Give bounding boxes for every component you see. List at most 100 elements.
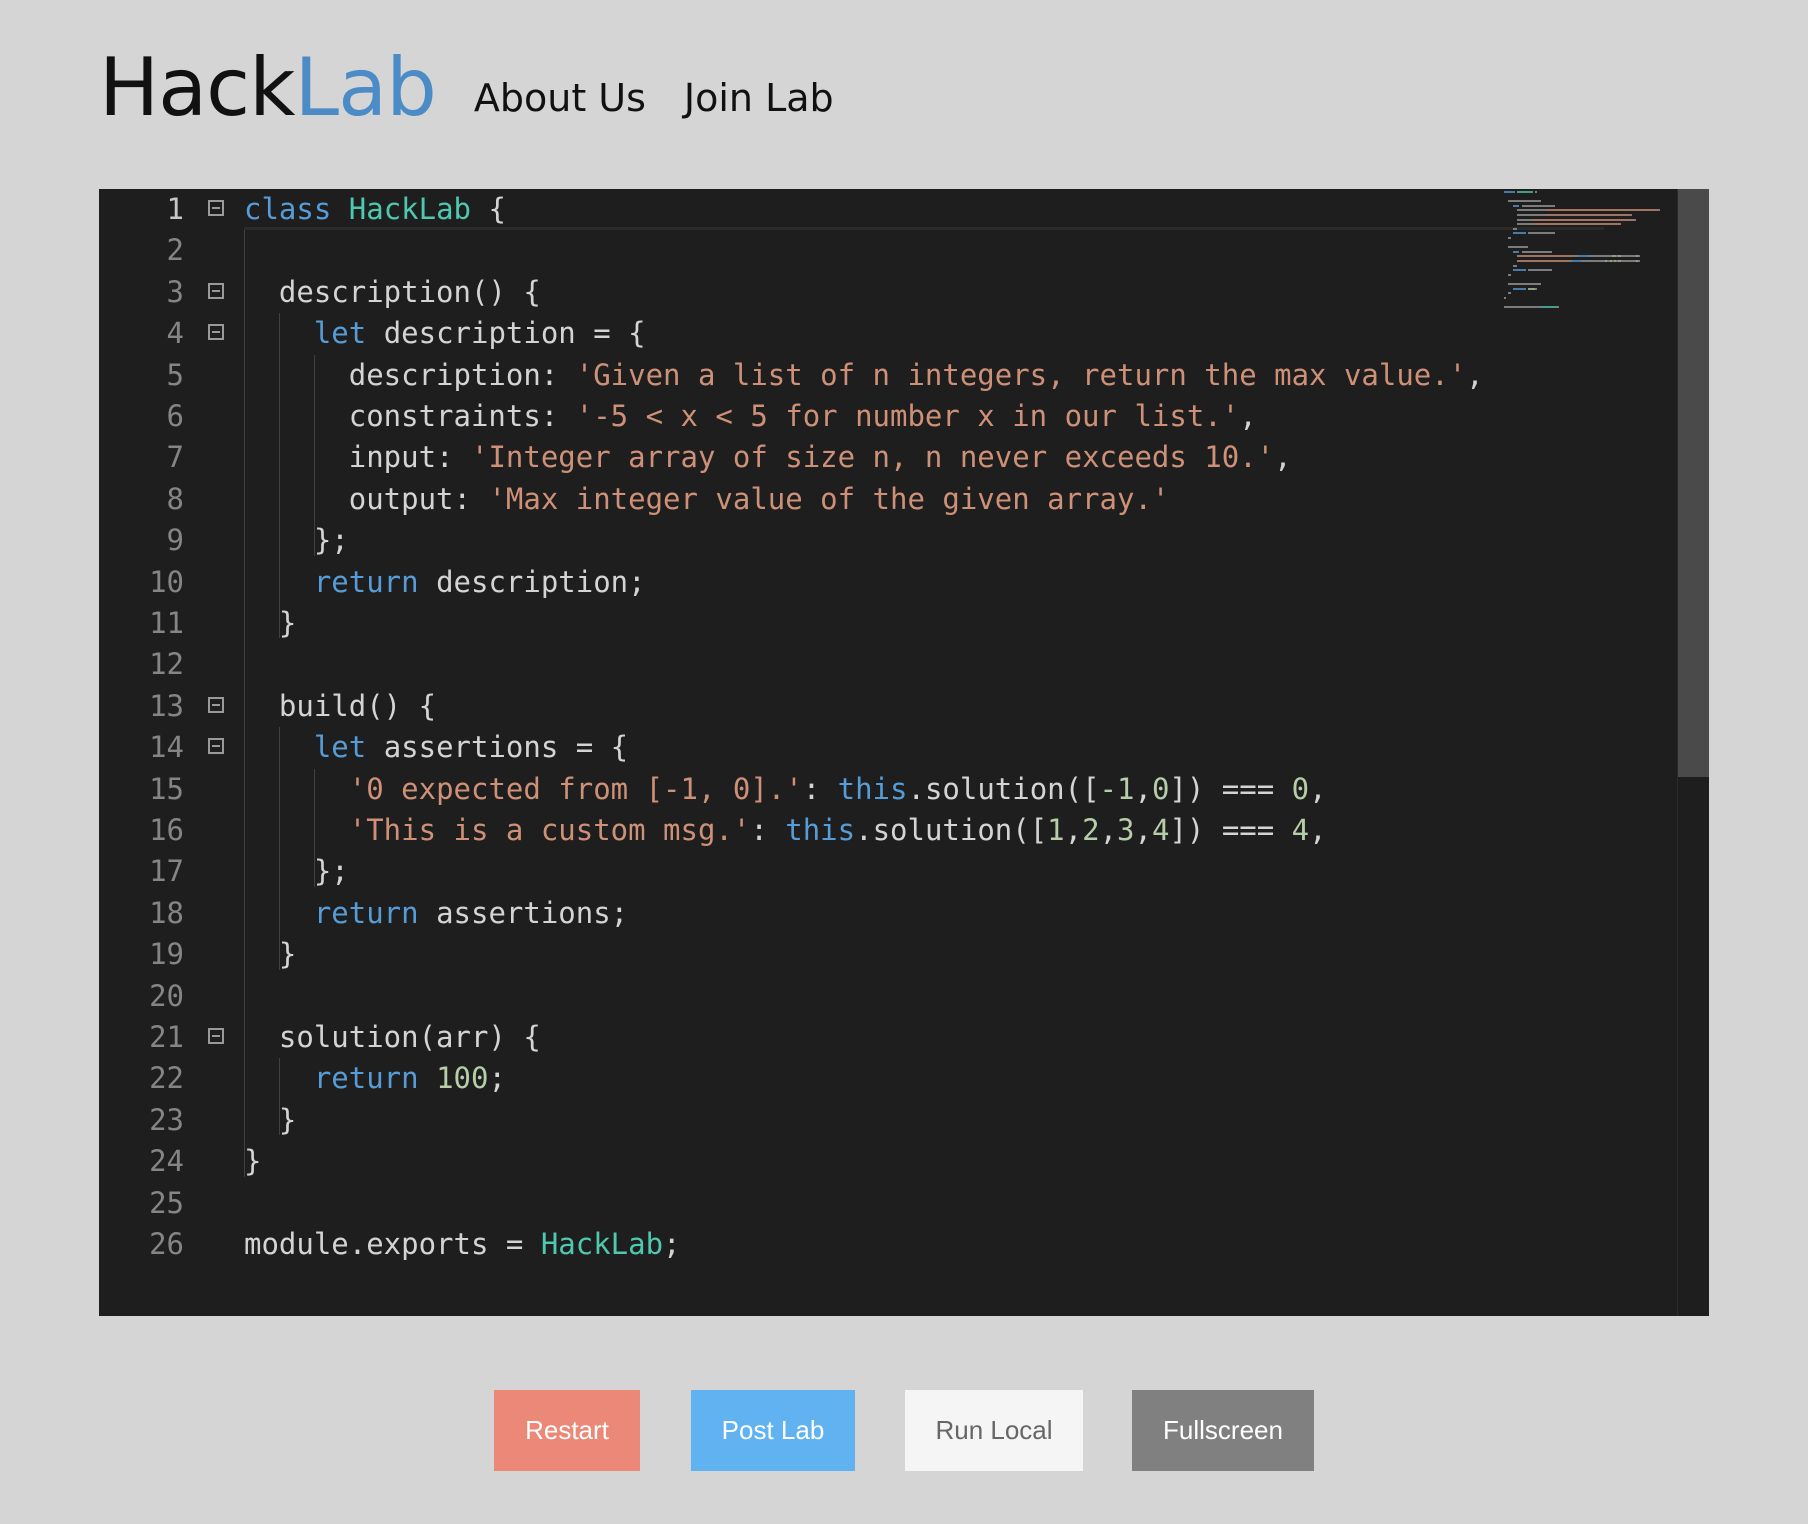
code-token: description: [244, 357, 576, 392]
code-token: , [1099, 813, 1118, 847]
line-number: 12 [149, 647, 184, 682]
code-token: , [1239, 399, 1257, 433]
line-number: 1 [166, 192, 184, 226]
code-line[interactable]: 6 constraints: '-5 < x < 5 for number x … [99, 396, 1499, 437]
code-token: , [1309, 813, 1327, 847]
code-text: return description; [244, 562, 646, 603]
fold-toggle-icon[interactable] [208, 200, 224, 216]
code-token: ; [488, 1061, 506, 1096]
fullscreen-button[interactable]: Fullscreen [1132, 1390, 1314, 1471]
code-line[interactable]: 21 solution(arr) { [99, 1017, 1499, 1058]
code-token: return [313, 564, 419, 599]
minimap-segment [1581, 260, 1606, 262]
code-line[interactable]: 23 } [99, 1100, 1499, 1141]
code-token: output: [244, 481, 489, 516]
code-line[interactable]: 2 [99, 230, 1499, 271]
minimap-segment [1534, 191, 1537, 193]
indent-guide [278, 313, 280, 639]
line-number: 23 [149, 1102, 184, 1137]
code-token: let [313, 316, 367, 351]
minimap-segment [1508, 237, 1511, 239]
minimap-segment [1517, 255, 1575, 258]
code-line[interactable]: 13 build() { [99, 686, 1499, 727]
minimap-segment [1512, 227, 1518, 230]
code-line[interactable]: 25 [99, 1183, 1499, 1224]
code-text: module.exports = HackLab; [244, 1224, 681, 1265]
run-local-button[interactable]: Run Local [905, 1390, 1083, 1471]
editor-scrollbar[interactable] [1677, 189, 1709, 1316]
code-line[interactable]: 14 let assertions = { [99, 727, 1499, 768]
line-number: 14 [149, 730, 184, 765]
nav-join-lab[interactable]: Join Lab [684, 76, 834, 120]
current-line-highlight [244, 227, 1604, 230]
fold-toggle-icon[interactable] [208, 324, 224, 341]
code-token: : [750, 813, 786, 847]
logo[interactable]: HackLab [99, 48, 437, 128]
code-line[interactable]: 1 class HackLab { [99, 189, 1499, 230]
line-number: 25 [149, 1185, 184, 1220]
code-line[interactable]: 18 return assertions; [99, 893, 1499, 934]
minimap-segment [1517, 260, 1568, 262]
code-text: let assertions = { [244, 727, 628, 768]
code-line[interactable]: 19 } [99, 934, 1499, 975]
fold-toggle-icon[interactable] [208, 696, 224, 713]
restart-button[interactable]: Restart [494, 1390, 640, 1471]
minimap-segment [1578, 255, 1588, 258]
code-line[interactable]: 26 module.exports = HackLab; [99, 1224, 1499, 1265]
line-number: 17 [149, 854, 184, 889]
line-number: 11 [149, 606, 184, 640]
code-token: HackLab [348, 192, 471, 226]
code-line[interactable]: 12 [99, 644, 1499, 685]
code-line[interactable]: 11 } [99, 603, 1499, 644]
code-token: HackLab [540, 1227, 664, 1261]
code-token: { [471, 192, 506, 226]
minimap-segment [1587, 255, 1612, 258]
code-token: } [244, 937, 297, 972]
code-line[interactable]: 17 }; [99, 851, 1499, 892]
logo-hack: Hack [99, 41, 295, 134]
code-line[interactable]: 3 description() { [99, 272, 1499, 313]
code-line[interactable]: 5 description: 'Given a list of n intege… [99, 355, 1499, 396]
code-text: return assertions; [244, 893, 628, 934]
minimap-segment [1512, 250, 1520, 253]
minimap-segment [1545, 209, 1658, 212]
code-line[interactable]: 8 output: 'Max integer value of the give… [99, 479, 1499, 520]
code-text: '0 expected from [-1, 0].': this.solutio… [244, 769, 1327, 810]
fold-toggle-icon[interactable] [208, 282, 224, 299]
minimap-segment [1556, 306, 1559, 308]
code-line[interactable]: 16 'This is a custom msg.': this.solutio… [99, 810, 1499, 851]
code-line[interactable]: 4 let description = { [99, 313, 1499, 354]
code-line[interactable]: 22 return 100; [99, 1058, 1499, 1099]
code-text: output: 'Max integer value of the given … [244, 479, 1170, 520]
code-text: } [244, 934, 296, 975]
minimap-segment [1512, 232, 1526, 235]
nav-about-us[interactable]: About Us [474, 76, 646, 120]
scrollbar-thumb[interactable] [1678, 189, 1709, 777]
minimap[interactable] [1504, 191, 1664, 321]
post-lab-button[interactable]: Post Lab [691, 1390, 855, 1471]
code-line[interactable]: 9 }; [99, 520, 1499, 561]
code-token: } [244, 1102, 297, 1137]
code-token: 100 [436, 1061, 489, 1096]
code-line[interactable]: 24} [99, 1141, 1499, 1182]
code-token: 3 [1117, 813, 1135, 847]
minimap-segment [1620, 255, 1636, 258]
line-number: 16 [149, 813, 184, 847]
code-line[interactable]: 15 '0 expected from [-1, 0].': this.solu… [99, 769, 1499, 810]
code-line[interactable]: 10 return description; [99, 562, 1499, 603]
fold-toggle-icon[interactable] [208, 738, 224, 755]
code-text: solution(arr) { [244, 1017, 541, 1058]
code-token: -1 [1099, 771, 1135, 806]
code-editor[interactable]: 1 class HackLab {2 3 description() {4 let … [99, 189, 1709, 1316]
indent-guide [278, 1058, 280, 1136]
fold-toggle-icon[interactable] [208, 1028, 224, 1044]
code-token: this [785, 813, 856, 847]
code-line[interactable]: 7 input: 'Integer array of size n, n nev… [99, 437, 1499, 478]
code-token: description; [418, 564, 646, 599]
code-line[interactable]: 20 [99, 976, 1499, 1017]
code-token: ]) === [1169, 813, 1292, 847]
minimap-segment [1658, 209, 1661, 212]
indent-guide [313, 768, 315, 887]
